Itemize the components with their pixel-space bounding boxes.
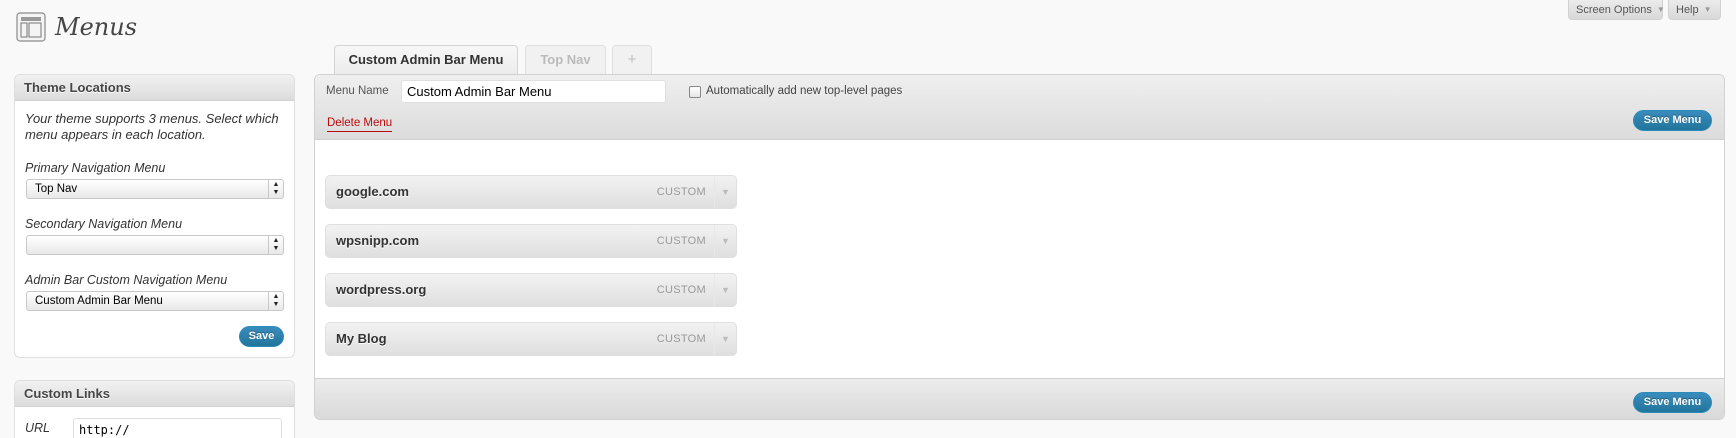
save-locations-button[interactable]: Save xyxy=(239,326,284,347)
custom-links-box: Custom Links URL http:// xyxy=(14,380,295,438)
theme-locations-description: Your theme supports 3 menus. Select whic… xyxy=(25,111,279,142)
menu-item[interactable]: wpsnipp.com CUSTOM ▼ xyxy=(325,224,737,258)
custom-links-heading[interactable]: Custom Links xyxy=(15,381,294,407)
tab-top-nav[interactable]: Top Nav xyxy=(525,45,606,74)
select-arrows-icon: ▲ ▼ xyxy=(268,180,283,198)
help-label: Help xyxy=(1676,4,1699,16)
select-arrows-icon: ▲ ▼ xyxy=(268,292,283,310)
secondary-location-select[interactable]: ▲ ▼ xyxy=(26,235,284,255)
save-menu-button-top[interactable]: Save Menu xyxy=(1633,110,1712,131)
menu-editor: Menu Name Custom Admin Bar Menu Automati… xyxy=(314,74,1725,420)
menu-item[interactable]: My Blog CUSTOM ▼ xyxy=(325,322,737,356)
admin-bar-location-select[interactable]: Custom Admin Bar Menu ▲ ▼ xyxy=(26,291,284,311)
auto-add-checkbox[interactable] xyxy=(689,86,701,98)
secondary-location-label: Secondary Navigation Menu xyxy=(25,217,183,231)
add-menu-tab[interactable]: + xyxy=(612,45,652,74)
primary-location-label: Primary Navigation Menu xyxy=(25,161,166,175)
menu-item-type: CUSTOM xyxy=(656,186,706,198)
page-title: Menus xyxy=(55,13,138,41)
theme-locations-box: Theme Locations Your theme supports 3 me… xyxy=(14,74,295,358)
primary-location-value: Top Nav xyxy=(35,183,78,195)
menu-name-label: Menu Name xyxy=(326,85,389,97)
menu-item[interactable]: wordpress.org CUSTOM ▼ xyxy=(325,273,737,307)
menu-item-title: wordpress.org xyxy=(336,282,427,297)
menu-item-title: My Blog xyxy=(336,331,387,346)
chevron-down-icon[interactable]: ▼ xyxy=(714,225,736,257)
select-arrows-icon: ▲ ▼ xyxy=(268,236,283,254)
menu-item-type: CUSTOM xyxy=(656,284,706,296)
menu-editor-footer xyxy=(315,378,1724,419)
url-input[interactable]: http:// xyxy=(73,418,282,438)
menu-item[interactable]: google.com CUSTOM ▼ xyxy=(325,175,737,209)
theme-locations-heading[interactable]: Theme Locations xyxy=(15,75,294,101)
menu-item-title: wpsnipp.com xyxy=(336,233,420,248)
chevron-down-icon: ▼ xyxy=(1656,5,1665,14)
delete-menu-link[interactable]: Delete Menu xyxy=(327,117,393,132)
menu-editor-header: Menu Name Custom Admin Bar Menu Automati… xyxy=(315,75,1724,140)
menu-item-type: CUSTOM xyxy=(656,333,706,345)
menu-item-type: CUSTOM xyxy=(656,235,706,247)
admin-bar-location-label: Admin Bar Custom Navigation Menu xyxy=(25,273,228,287)
menu-item-title: google.com xyxy=(336,184,409,199)
url-label: URL xyxy=(25,421,51,435)
screen-options-button[interactable]: Screen Options ▼ xyxy=(1568,0,1665,20)
primary-location-select[interactable]: Top Nav ▲ ▼ xyxy=(26,179,284,199)
chevron-down-icon[interactable]: ▼ xyxy=(714,274,736,306)
screen-options-label: Screen Options xyxy=(1576,4,1652,16)
menu-name-input[interactable]: Custom Admin Bar Menu xyxy=(401,80,666,103)
auto-add-label[interactable]: Automatically add new top-level pages xyxy=(706,85,902,97)
chevron-down-icon: ▼ xyxy=(1703,5,1712,14)
menus-icon xyxy=(16,12,46,42)
tab-custom-admin-bar-menu[interactable]: Custom Admin Bar Menu xyxy=(334,45,518,75)
save-menu-button-bottom[interactable]: Save Menu xyxy=(1633,392,1712,413)
admin-bar-location-value: Custom Admin Bar Menu xyxy=(35,295,163,307)
chevron-down-icon[interactable]: ▼ xyxy=(714,323,736,355)
help-button[interactable]: Help ▼ xyxy=(1668,0,1721,20)
chevron-down-icon[interactable]: ▼ xyxy=(714,176,736,208)
